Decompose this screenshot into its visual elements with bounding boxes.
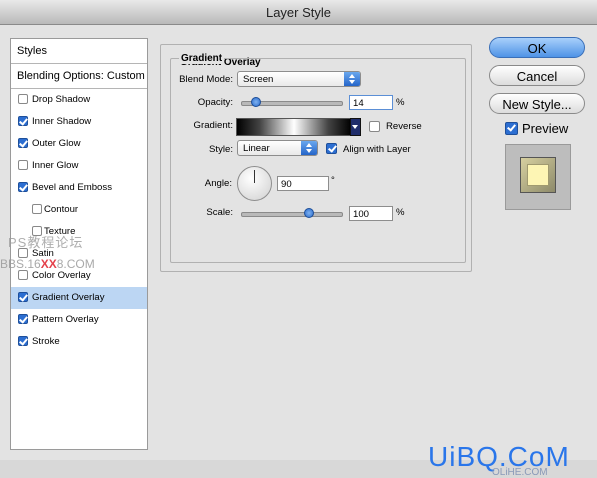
- angle-unit: °: [331, 175, 335, 186]
- style-item-gradient-overlay[interactable]: Gradient Overlay: [11, 287, 147, 309]
- align-with-layer-checkbox[interactable]: [326, 143, 337, 154]
- style-item-label: Inner Shadow: [32, 116, 92, 127]
- style-checkbox[interactable]: [18, 138, 28, 148]
- select-arrows-icon: [301, 141, 317, 155]
- opacity-label: Opacity:: [197, 97, 233, 108]
- style-item-bevel-and-emboss[interactable]: Bevel and Emboss: [11, 177, 147, 199]
- style-item-contour[interactable]: Contour: [11, 199, 147, 221]
- angle-input[interactable]: 90: [277, 176, 329, 191]
- styles-header[interactable]: Styles: [11, 39, 147, 64]
- style-item-label: Inner Glow: [32, 160, 79, 171]
- angle-dial[interactable]: [237, 166, 272, 201]
- align-with-layer-label: Align with Layer: [343, 144, 411, 155]
- style-preview: [505, 144, 571, 210]
- style-checkbox[interactable]: [18, 182, 28, 192]
- title-bar: Layer Style: [0, 0, 597, 25]
- style-item-label: Gradient Overlay: [32, 292, 105, 303]
- watermark-url: BBS.16XX8.COM: [0, 257, 95, 271]
- reverse-checkbox[interactable]: [369, 121, 380, 132]
- style-item-label: Drop Shadow: [32, 94, 91, 105]
- scale-unit: %: [396, 207, 405, 218]
- watermark-brand-sub: OLiHE.COM: [492, 467, 548, 478]
- style-checkbox[interactable]: [18, 292, 28, 302]
- style-item-inner-shadow[interactable]: Inner Shadow: [11, 111, 147, 133]
- gradient-picker-arrow-icon[interactable]: [350, 118, 361, 136]
- preview-label: Preview: [522, 121, 569, 136]
- style-item-pattern-overlay[interactable]: Pattern Overlay: [11, 309, 147, 331]
- style-checkbox[interactable]: [18, 336, 28, 346]
- new-style-button[interactable]: New Style...: [489, 93, 585, 114]
- style-item-label: Contour: [44, 204, 79, 215]
- style-select[interactable]: Linear: [237, 140, 318, 156]
- blending-options-item[interactable]: Blending Options: Custom: [11, 64, 147, 89]
- blend-mode-value: Screen: [243, 74, 274, 85]
- style-checkbox[interactable]: [32, 204, 42, 214]
- gradient-label: Gradient:: [193, 120, 233, 131]
- preview-thumbnail: [520, 157, 556, 193]
- section-title: Gradient: [179, 53, 225, 64]
- layer-style-dialog: Styles Blending Options: Custom Drop Sha…: [0, 25, 597, 478]
- style-item-drop-shadow[interactable]: Drop Shadow: [11, 89, 147, 111]
- style-checkbox[interactable]: [18, 116, 28, 126]
- style-label: Style:: [209, 144, 233, 155]
- scale-slider-thumb[interactable]: [303, 208, 314, 218]
- style-checkbox[interactable]: [18, 94, 28, 104]
- style-checkbox[interactable]: [18, 270, 28, 280]
- window-title: Layer Style: [265, 5, 332, 20]
- ok-button[interactable]: OK: [489, 37, 585, 58]
- select-arrows-icon: [344, 72, 360, 86]
- preview-checkbox[interactable]: [505, 122, 518, 135]
- watermark-url-suffix: 8.COM: [56, 257, 95, 271]
- style-checkbox[interactable]: [18, 160, 28, 170]
- reverse-label: Reverse: [386, 121, 422, 132]
- scale-input[interactable]: 100: [349, 206, 393, 221]
- watermark-url-prefix: BBS.16: [0, 257, 41, 271]
- style-item-outer-glow[interactable]: Outer Glow: [11, 133, 147, 155]
- opacity-input[interactable]: 14: [349, 95, 393, 110]
- opacity-slider-thumb[interactable]: [251, 97, 261, 107]
- style-checkbox[interactable]: [18, 314, 28, 324]
- scale-label: Scale:: [206, 207, 233, 218]
- watermark-forum: PS教程论坛: [8, 235, 84, 250]
- style-item-label: Color Overlay: [32, 270, 91, 281]
- angle-label: Angle:: [204, 178, 232, 189]
- style-item-stroke[interactable]: Stroke: [11, 331, 147, 353]
- opacity-unit: %: [396, 97, 405, 108]
- scale-slider-track[interactable]: [241, 212, 343, 217]
- style-item-label: Bevel and Emboss: [32, 182, 112, 193]
- watermark-url-red: XX: [40, 257, 57, 271]
- style-value: Linear: [243, 143, 270, 154]
- gradient-section: [170, 58, 466, 263]
- style-item-label: Stroke: [32, 336, 60, 347]
- style-item-label: Outer Glow: [32, 138, 81, 149]
- gradient-swatch[interactable]: [236, 118, 352, 136]
- blend-mode-select[interactable]: Screen: [237, 71, 361, 87]
- blend-mode-label: Blend Mode:: [179, 74, 233, 85]
- style-item-inner-glow[interactable]: Inner Glow: [11, 155, 147, 177]
- style-item-label: Pattern Overlay: [32, 314, 99, 325]
- cancel-button[interactable]: Cancel: [489, 65, 585, 86]
